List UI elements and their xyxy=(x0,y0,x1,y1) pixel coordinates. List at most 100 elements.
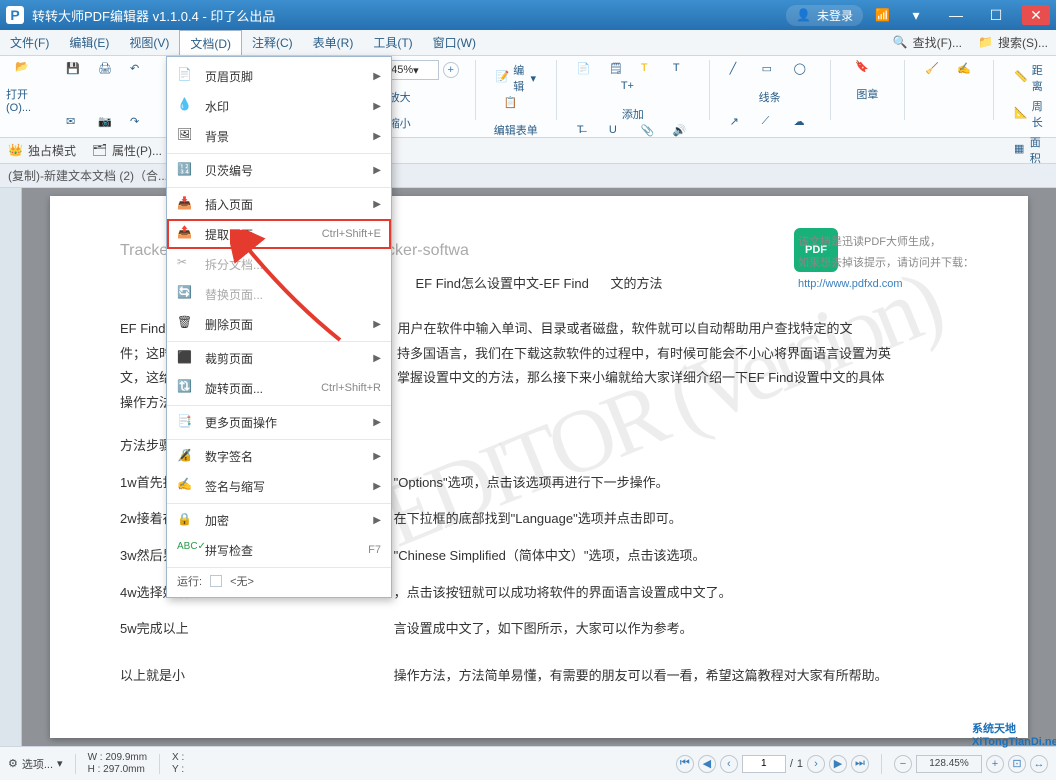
nav-next[interactable]: ▶ xyxy=(829,755,847,773)
form-icon: 📋 xyxy=(504,96,528,120)
perimeter-button[interactable]: 📐周长 xyxy=(1010,96,1050,132)
highlight-icon: T xyxy=(641,62,657,78)
edit-form-button[interactable]: 📋 编辑表单 xyxy=(491,96,540,138)
save-button[interactable]: 💾 xyxy=(62,60,86,80)
document-tab-row: (复制)-新建文本文档 (2)（合... xyxy=(0,164,1056,188)
signature-button[interactable]: ✍ xyxy=(953,60,977,80)
edit-content-button[interactable]: 📝编辑 ▾ xyxy=(491,60,540,96)
chevron-right-icon: ▶ xyxy=(373,319,381,330)
fit-width-btn[interactable]: ↔ xyxy=(1030,755,1048,773)
menu-view[interactable]: 视图(V) xyxy=(119,30,179,55)
menu-edit[interactable]: 编辑(E) xyxy=(59,30,119,55)
menu-item-extract-page[interactable]: 📤 提取页面... Ctrl+Shift+E xyxy=(167,219,391,249)
fit-page-btn[interactable]: ⊡ xyxy=(1008,755,1026,773)
find-button[interactable]: 🔍 查找(F)... xyxy=(885,30,970,55)
menu-item-header-footer[interactable]: 📄 页眉页脚 ▶ xyxy=(167,61,391,91)
chevron-right-icon: ▶ xyxy=(373,71,381,82)
eraser-icon: 🧹 xyxy=(925,62,941,78)
closing-text: 以上就是小 操作方法，方法简单易懂，有需要的朋友可以看一看，希望这篇教程对大家有… xyxy=(120,664,958,689)
eraser-button[interactable]: 🧹 xyxy=(921,60,945,80)
search-button[interactable]: 📁 搜索(S)... xyxy=(970,30,1056,55)
add-tool-button[interactable]: T+ 添加 xyxy=(573,80,693,122)
text-tool-icon: 📄 xyxy=(577,62,593,78)
menu-file[interactable]: 文件(F) xyxy=(0,30,59,55)
tool-text[interactable]: 📄 xyxy=(573,60,597,80)
menu-item-digital-sign[interactable]: 🔏 数字签名 ▶ xyxy=(167,439,391,471)
menu-comment[interactable]: 注释(C) xyxy=(242,30,303,55)
tool-attach[interactable]: 📎 xyxy=(637,122,661,142)
delete-page-icon: 🗑 xyxy=(177,315,195,333)
email-button[interactable]: ✉ xyxy=(62,113,86,133)
area-button[interactable]: ▦面积 xyxy=(1010,132,1050,168)
nav-back[interactable]: ‹ xyxy=(720,755,738,773)
shape-cloud[interactable]: ☁ xyxy=(790,113,814,133)
menu-window[interactable]: 窗口(W) xyxy=(423,30,486,55)
exclusive-mode-button[interactable]: 👑 独占模式 xyxy=(8,142,76,159)
oval-icon: ◯ xyxy=(794,62,810,78)
chevron-right-icon: ▶ xyxy=(373,101,381,112)
menu-item-watermark[interactable]: 💧 水印 ▶ xyxy=(167,91,391,121)
close-button[interactable]: ✕ xyxy=(1022,5,1050,25)
search-folder-icon: 📁 xyxy=(978,35,994,51)
nav-prev[interactable]: ◀ xyxy=(698,755,716,773)
user-login[interactable]: 👤 未登录 xyxy=(786,5,863,26)
nav-last[interactable]: ⏭ xyxy=(851,755,869,773)
menu-item-sign-initials[interactable]: ✍ 签名与缩写 ▶ xyxy=(167,471,391,501)
zoom-in-btn[interactable]: + xyxy=(986,755,1004,773)
redo-button[interactable]: ↷ xyxy=(126,113,150,133)
menu-item-encrypt[interactable]: 🔒 加密 ▶ xyxy=(167,503,391,535)
area-icon: ▦ xyxy=(1014,142,1026,158)
menu-item-rotate-page[interactable]: 🔃 旋转页面... Ctrl+Shift+R xyxy=(167,373,391,403)
minimize-button[interactable]: — xyxy=(942,5,970,25)
print-button[interactable]: 🖨 xyxy=(94,60,118,80)
open-button[interactable]: 📂 打开(O)... xyxy=(6,60,48,114)
tool-sound[interactable]: 🔊 xyxy=(669,122,693,142)
menu-item-split-doc[interactable]: ✂ 拆分文档... xyxy=(167,249,391,279)
distance-button[interactable]: 📏距离 xyxy=(1010,60,1050,96)
generator-link[interactable]: http://www.pdfxd.com xyxy=(798,278,903,290)
menu-item-crop-page[interactable]: ⬛ 裁剪页面 ▶ xyxy=(167,341,391,373)
options-button[interactable]: ⚙ 选项... ▾ xyxy=(8,756,63,772)
menu-item-background[interactable]: 🖼 背景 ▶ xyxy=(167,121,391,151)
lines-button[interactable]: 线条 xyxy=(726,89,814,105)
document-tab[interactable]: (复制)-新建文本文档 (2)（合... xyxy=(8,167,168,184)
menu-item-spellcheck[interactable]: ABC✓ 拼写检查 F7 xyxy=(167,535,391,565)
menu-tools[interactable]: 工具(T) xyxy=(363,30,422,55)
menu-document[interactable]: 文档(D) xyxy=(179,30,242,55)
tool-note[interactable]: 🗒 xyxy=(605,60,629,80)
page-current-input[interactable] xyxy=(742,755,786,773)
tool-strikeout[interactable]: T̶ xyxy=(573,122,597,142)
menu-item-replace-page[interactable]: 🔄 替换页面... xyxy=(167,279,391,309)
zoom-out-btn[interactable]: − xyxy=(894,755,912,773)
shape-line[interactable]: ╱ xyxy=(726,60,750,80)
menu-run-row[interactable]: 运行: <无> xyxy=(167,567,391,593)
nav-fwd[interactable]: › xyxy=(807,755,825,773)
property-bar: 👑 独占模式 🗂 属性(P)... xyxy=(0,138,1056,164)
menu-item-more-pages[interactable]: 📑 更多页面操作 ▶ xyxy=(167,405,391,437)
maximize-button[interactable]: ☐ xyxy=(982,5,1010,25)
tool-highlight[interactable]: T xyxy=(637,60,661,80)
undo-button[interactable]: ↶ xyxy=(126,60,150,80)
zoom-in-round[interactable]: + xyxy=(443,62,459,78)
stamp-button[interactable]: 🔖 图章 xyxy=(846,60,888,102)
page-nav: ⏮ ◀ ‹ / 1 › ▶ ⏭ xyxy=(676,755,869,773)
gear-icon: ⚙ xyxy=(8,757,18,770)
tool-underline[interactable]: U xyxy=(605,122,629,142)
zoom-display[interactable]: 128.45% xyxy=(916,755,982,773)
menu-item-delete-page[interactable]: 🗑 删除页面 ▶ xyxy=(167,309,391,339)
left-sidebar[interactable] xyxy=(0,188,22,746)
stamp-icon: 🔖 xyxy=(855,60,879,84)
tool-typewriter[interactable]: T xyxy=(669,60,693,80)
nav-first[interactable]: ⏮ xyxy=(676,755,694,773)
menu-form[interactable]: 表单(R) xyxy=(303,30,364,55)
shape-polyline[interactable]: ⟋ xyxy=(758,113,782,133)
shape-arrow[interactable]: ↗ xyxy=(726,113,750,133)
shape-oval[interactable]: ◯ xyxy=(790,60,814,80)
properties-button[interactable]: 🗂 属性(P)... xyxy=(92,142,162,159)
scan-button[interactable]: 📷 xyxy=(94,113,118,133)
menu-item-insert-page[interactable]: 📥 插入页面 ▶ xyxy=(167,187,391,219)
shape-rect[interactable]: ▭ xyxy=(758,60,782,80)
window-dropdown-button[interactable]: ▾ xyxy=(902,5,930,25)
menu-item-bates[interactable]: 🔢 贝茨编号 ▶ xyxy=(167,153,391,185)
window-title: 转转大师PDF编辑器 v1.1.0.4 - 印了么出品 xyxy=(32,6,786,25)
